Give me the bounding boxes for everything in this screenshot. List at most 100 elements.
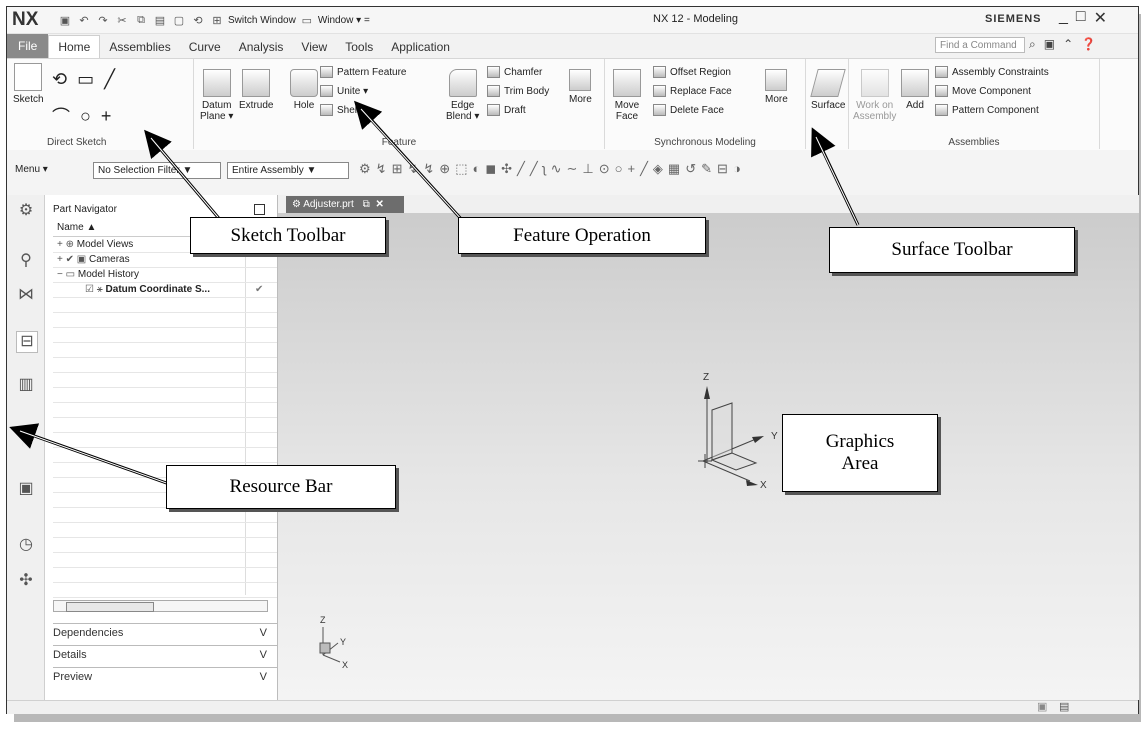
find-command-input[interactable]: Find a Command bbox=[935, 37, 1025, 53]
reuse-library-icon[interactable]: ▥ bbox=[16, 375, 36, 395]
chamfer-button[interactable]: Chamfer bbox=[487, 66, 542, 78]
snap-icon-25[interactable]: ⊟ bbox=[717, 161, 728, 177]
ribbon-options-icon[interactable]: ▣ bbox=[1044, 37, 1055, 52]
delete-face-button[interactable]: Delete Face bbox=[653, 104, 724, 116]
line-icon[interactable]: ╱ bbox=[104, 69, 115, 90]
details-pane[interactable]: Details V bbox=[53, 645, 277, 664]
edge-blend-button[interactable]: Edge Blend ▾ bbox=[446, 69, 479, 122]
tab-assemblies[interactable]: Assemblies bbox=[100, 36, 179, 58]
work-on-assembly-button[interactable]: Work on Assembly bbox=[853, 69, 896, 122]
system-materials-icon[interactable]: ✣ bbox=[16, 571, 36, 591]
snap-icon-17[interactable]: ⊙ bbox=[599, 161, 610, 177]
name-column-header[interactable]: Name ▲ bbox=[53, 222, 96, 233]
status-icon-2[interactable]: ▤ bbox=[1059, 700, 1069, 713]
snap-icon-3[interactable]: ⊞ bbox=[392, 161, 403, 177]
undo-icon[interactable]: ↶ bbox=[76, 12, 92, 28]
graphics-area[interactable]: Z Y X Z Y X bbox=[278, 213, 1140, 700]
history-icon[interactable]: ◷ bbox=[16, 535, 36, 555]
trim-body-button[interactable]: Trim Body bbox=[487, 85, 549, 97]
selection-scope-select[interactable]: Entire Assembly ▼ bbox=[227, 162, 349, 179]
arc-icon[interactable]: ⌒ bbox=[52, 103, 70, 129]
repeat-command-icon[interactable]: ⟲ bbox=[190, 12, 206, 28]
menu-button[interactable]: Menu ▾ bbox=[15, 164, 48, 175]
snap-icon-22[interactable]: ▦ bbox=[668, 161, 680, 177]
snap-icon-10[interactable]: ✣ bbox=[501, 161, 512, 177]
circle-icon[interactable]: ○ bbox=[80, 106, 91, 127]
replace-face-button[interactable]: Replace Face bbox=[653, 85, 732, 97]
draft-button[interactable]: Draft bbox=[487, 104, 526, 116]
navigator-pin-icon[interactable] bbox=[254, 204, 265, 215]
feature-more-button[interactable]: More bbox=[569, 69, 592, 105]
shell-button[interactable]: Shell bbox=[320, 104, 359, 116]
web-browser-icon[interactable]: ◔ bbox=[16, 435, 36, 455]
window-menu[interactable]: Window ▾ = bbox=[318, 15, 370, 26]
new-window-icon[interactable]: ▢ bbox=[171, 12, 187, 28]
snap-icon-20[interactable]: ╱ bbox=[640, 161, 648, 177]
dependencies-pane[interactable]: Dependencies V bbox=[53, 623, 277, 642]
snap-icon-21[interactable]: ◈ bbox=[653, 161, 663, 177]
snap-icon-12[interactable]: ╱ bbox=[530, 161, 538, 177]
help-icon[interactable]: ❓ bbox=[1081, 37, 1096, 52]
collapse-ribbon-icon[interactable]: ⌃ bbox=[1063, 37, 1073, 52]
offset-region-button[interactable]: Offset Region bbox=[653, 66, 731, 78]
tab-tools[interactable]: Tools bbox=[336, 36, 382, 58]
part-navigator-icon[interactable]: ⊟ bbox=[16, 331, 38, 353]
snap-icon-8[interactable]: ◐ bbox=[472, 161, 480, 177]
snap-icon-15[interactable]: ∼ bbox=[567, 161, 578, 177]
selection-filter-select[interactable]: No Selection Filter ▼ bbox=[93, 162, 221, 179]
tab-application[interactable]: Application bbox=[382, 36, 459, 58]
assembly-navigator-icon[interactable]: ⚲ bbox=[16, 251, 36, 271]
snap-icon-18[interactable]: ○ bbox=[615, 161, 623, 177]
constraint-navigator-icon[interactable]: ⋈ bbox=[16, 285, 36, 305]
scrollbar-thumb[interactable] bbox=[66, 602, 154, 612]
add-component-button[interactable]: Add bbox=[901, 69, 929, 111]
switch-window-button[interactable]: Switch Window bbox=[228, 15, 296, 26]
settings-icon[interactable]: ⚙ bbox=[16, 201, 36, 221]
copy-icon[interactable]: ⧉ bbox=[133, 12, 149, 28]
pattern-feature-button[interactable]: Pattern Feature bbox=[320, 66, 406, 78]
snap-icon-11[interactable]: ╱ bbox=[517, 161, 525, 177]
tree-row-datum-csys[interactable]: ☑ ⚹ Datum Coordinate S... ✔ bbox=[53, 282, 277, 298]
tab-file[interactable]: File bbox=[7, 34, 49, 58]
snap-icon-4[interactable]: ↯ bbox=[407, 161, 418, 177]
rectangle-icon[interactable]: ▭ bbox=[77, 69, 94, 90]
snap-icon-23[interactable]: ↺ bbox=[685, 161, 696, 177]
unite-button[interactable]: Unite ▾ bbox=[320, 85, 368, 97]
sketch-button[interactable]: Sketch bbox=[13, 63, 44, 105]
save-icon[interactable]: ▣ bbox=[57, 12, 73, 28]
pattern-component-button[interactable]: Pattern Component bbox=[935, 104, 1039, 116]
tree-row-cameras[interactable]: + ✔ ▣ Cameras bbox=[53, 252, 277, 268]
tab-close-icon[interactable]: ✕ bbox=[376, 199, 384, 210]
profile-icon[interactable]: ⟲ bbox=[52, 69, 67, 90]
surface-button[interactable]: Surface bbox=[810, 69, 846, 111]
minimize-icon[interactable]: _ bbox=[1059, 8, 1068, 28]
tab-view[interactable]: View bbox=[292, 36, 336, 58]
search-icon[interactable]: ⌕ bbox=[1029, 37, 1036, 52]
move-component-button[interactable]: Move Component bbox=[935, 85, 1031, 97]
cut-icon[interactable]: ✂ bbox=[114, 12, 130, 28]
tab-curve[interactable]: Curve bbox=[180, 36, 230, 58]
snap-icon-24[interactable]: ✎ bbox=[701, 161, 712, 177]
extrude-button[interactable]: Extrude bbox=[239, 69, 273, 111]
tree-row-model-history[interactable]: − ▭ Model History bbox=[53, 267, 277, 283]
snap-icon-19[interactable]: + bbox=[628, 161, 636, 177]
snap-icon-14[interactable]: ∿ bbox=[551, 161, 562, 177]
close-icon[interactable]: ✕ bbox=[1094, 8, 1107, 28]
tab-analysis[interactable]: Analysis bbox=[230, 36, 293, 58]
history-palette-icon[interactable]: ▣ bbox=[16, 479, 36, 499]
hole-button[interactable]: Hole bbox=[290, 69, 318, 111]
horizontal-scrollbar[interactable] bbox=[53, 600, 268, 612]
snap-icon-6[interactable]: ⊕ bbox=[439, 161, 450, 177]
snap-icon-5[interactable]: ↯ bbox=[423, 161, 434, 177]
move-face-button[interactable]: Move Face bbox=[613, 69, 641, 122]
sync-more-button[interactable]: More bbox=[765, 69, 788, 105]
point-icon[interactable]: + bbox=[101, 106, 112, 127]
undock-icon[interactable]: ⧉ bbox=[363, 199, 370, 210]
status-icon-1[interactable]: ▣ bbox=[1037, 700, 1047, 713]
assembly-constraints-button[interactable]: Assembly Constraints bbox=[935, 66, 1049, 78]
snap-icon-7[interactable]: ⬚ bbox=[455, 161, 467, 177]
tab-home[interactable]: Home bbox=[48, 35, 101, 58]
paste-icon[interactable]: ▤ bbox=[152, 12, 168, 28]
datum-plane-button[interactable]: Datum Plane ▾ bbox=[200, 69, 233, 122]
maximize-icon[interactable]: □ bbox=[1076, 8, 1086, 28]
